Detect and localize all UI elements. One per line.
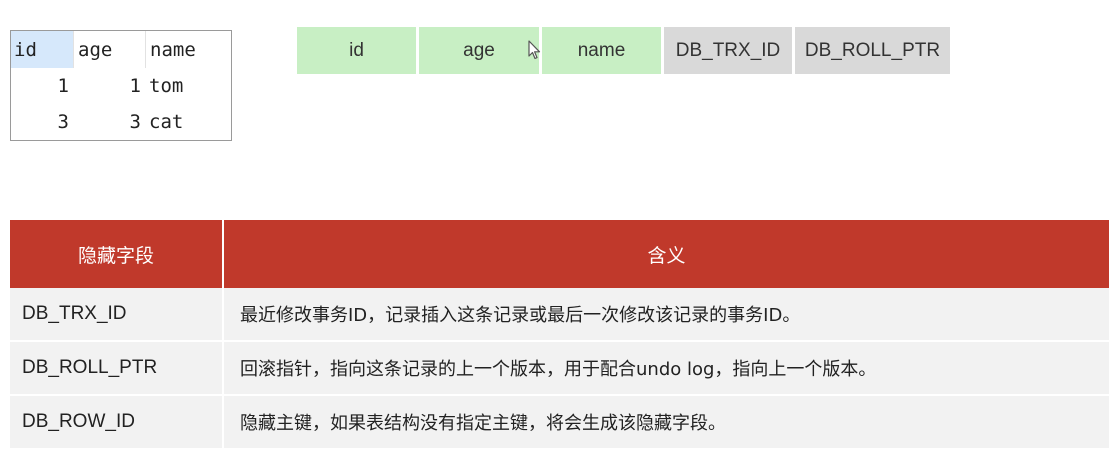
field-meaning: 隐藏主键，如果表结构没有指定主键，将会生成该隐藏字段。 xyxy=(240,413,726,434)
field-meaning: 回滚指针，指向这条记录的上一个版本，用于配合undo log，指向上一个版本。 xyxy=(240,359,877,380)
field-name: DB_TRX_ID xyxy=(10,288,224,340)
header-hidden-field: 隐藏字段 xyxy=(10,220,224,288)
grid-cell: 1 xyxy=(57,75,69,97)
field-name: DB_ROLL_PTR xyxy=(10,342,224,394)
header-meaning: 含义 xyxy=(647,244,686,267)
table-row: DB_ROW_ID 隐藏主键，如果表结构没有指定主键，将会生成该隐藏字段。 xyxy=(10,396,1109,450)
table-row: DB_TRX_ID 最近修改事务ID，记录插入这条记录或最后一次修改该记录的事务… xyxy=(10,288,1109,342)
field-name: DB_ROW_ID xyxy=(10,396,224,448)
mouse-pointer-icon xyxy=(528,40,541,60)
field-meaning: 最近修改事务ID，记录插入这条记录或最后一次修改该记录的事务ID。 xyxy=(240,305,801,326)
hidden-fields-table: 隐藏字段 含义 DB_TRX_ID 最近修改事务ID，记录插入这条记录或最后一次… xyxy=(10,220,1109,450)
grid-header-row: id age name xyxy=(11,31,231,68)
grid-cell: cat xyxy=(149,111,184,133)
grid-cell: 3 xyxy=(57,111,69,133)
grid-header-name[interactable]: name xyxy=(145,31,231,68)
grid-header-age[interactable]: age xyxy=(73,31,145,68)
table-row[interactable]: 3 3 cat xyxy=(11,104,231,140)
column-id-box: id xyxy=(297,27,416,74)
column-age-box: age xyxy=(419,27,539,74)
grid-cell: 1 xyxy=(129,75,141,97)
grid-cell: tom xyxy=(149,75,184,97)
column-db-roll-ptr-box: DB_ROLL_PTR xyxy=(795,27,950,74)
table-header: 隐藏字段 含义 xyxy=(10,220,1109,288)
result-grid: id age name 1 1 tom 3 3 cat xyxy=(10,30,232,141)
column-db-trx-id-box: DB_TRX_ID xyxy=(664,27,792,74)
table-row[interactable]: 1 1 tom xyxy=(11,68,231,104)
column-name-box: name xyxy=(542,27,661,74)
row-format-strip: id age name DB_TRX_ID DB_ROLL_PTR xyxy=(297,27,953,74)
table-row: DB_ROLL_PTR 回滚指针，指向这条记录的上一个版本，用于配合undo l… xyxy=(10,342,1109,396)
grid-header-id[interactable]: id xyxy=(11,31,73,68)
grid-cell: 3 xyxy=(129,111,141,133)
